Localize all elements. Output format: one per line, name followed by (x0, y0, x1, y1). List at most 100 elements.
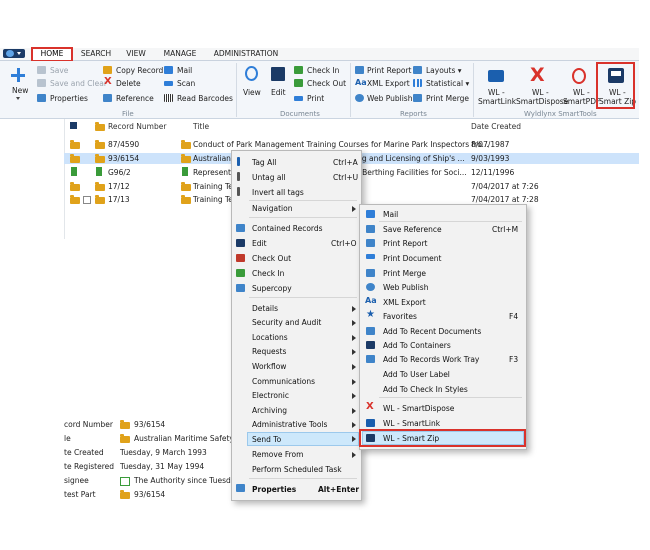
print-icon (294, 96, 303, 101)
contained-records-icon (236, 224, 245, 232)
menu-separator (379, 221, 522, 222)
menu-label: Properties (252, 485, 297, 494)
mail-button[interactable]: Mail (177, 66, 192, 75)
menu-separator (249, 478, 357, 479)
new-button[interactable]: New (7, 65, 29, 103)
smartdispose-label-2: SmartDispose (516, 97, 569, 106)
save-button[interactable]: Save (50, 66, 68, 75)
record-title-tail: ing and Licensing of Ship's ... (355, 154, 465, 163)
record-date: 9/03/1993 (471, 154, 510, 163)
reports-group-label: Reports (400, 110, 427, 118)
submenu-arrow-icon (352, 364, 356, 370)
delete-icon: X (104, 76, 112, 87)
wl-smartdispose-button[interactable]: X WL - SmartDispose (516, 64, 568, 108)
menu-label: Edit (252, 239, 267, 248)
menu-label: Print Merge (383, 269, 427, 278)
print-report-icon (366, 239, 375, 247)
property-label: signee (64, 476, 89, 485)
xml-export-button[interactable]: XML Export (367, 79, 410, 88)
folder-icon (70, 195, 80, 204)
property-value: Tuesday, 9 March 1993 (120, 448, 207, 457)
submenu-arrow-icon (352, 335, 356, 341)
app-menu-button[interactable] (3, 49, 25, 58)
save-and-clear-button[interactable]: Save and Clear (50, 79, 107, 88)
menu-label: Administrative Tools (252, 420, 328, 429)
reference-icon (103, 94, 112, 102)
wyldlynx-group-label: Wyldlynx SmartTools (524, 110, 597, 118)
menu-label: WL - SmartDispose (383, 404, 455, 413)
record-date: 7/04/2017 at 7:26 (471, 182, 539, 191)
record-number: G96/2 (108, 168, 131, 177)
record-number: 17/13 (108, 195, 130, 204)
menu-label: Untag all (252, 173, 286, 182)
menu-label: Add To Check In Styles (383, 385, 468, 394)
column-header-date-created[interactable]: Date Created (471, 122, 521, 131)
column-header-title[interactable]: Title (193, 122, 209, 131)
menu-shortcut: Ctrl+O (331, 239, 357, 248)
menu-label: Add To Recent Documents (383, 327, 482, 336)
submenu-arrow-icon (352, 408, 356, 414)
web-publish-button[interactable]: Web Publish (367, 94, 412, 103)
plus-icon-vertical (17, 68, 20, 82)
chevron-down-icon (17, 52, 21, 55)
new-label: New (12, 86, 29, 95)
check-out-icon (294, 79, 303, 87)
properties-icon (37, 94, 46, 102)
work-tray-icon (366, 355, 375, 363)
print-report-button[interactable]: Print Report (367, 66, 412, 75)
folder-icon (181, 195, 191, 204)
folder-icon (95, 195, 105, 204)
record-date: 8/07/1987 (471, 140, 510, 149)
check-out-button[interactable]: Check Out (307, 79, 346, 88)
menu-label: Add To Containers (383, 341, 451, 350)
view-button[interactable]: View (242, 64, 262, 100)
submenu-arrow-icon (352, 452, 356, 458)
tab-manage[interactable]: MANAGE (160, 49, 200, 59)
menu-label: Invert all tags (252, 188, 304, 197)
tab-search[interactable]: SEARCH (78, 49, 114, 59)
check-in-icon (294, 66, 303, 74)
scan-button[interactable]: Scan (177, 79, 195, 88)
copy-record-button[interactable]: Copy Record (116, 66, 163, 75)
properties-button[interactable]: Properties (50, 94, 88, 103)
folder-icon (95, 140, 105, 149)
tab-home[interactable]: HOME (31, 47, 73, 62)
menu-label: Tag All (252, 158, 277, 167)
document-icon (182, 167, 188, 176)
read-barcodes-button[interactable]: Read Barcodes (177, 94, 233, 103)
property-label: te Created (64, 448, 104, 457)
menu-label: Add To Records Work Tray (383, 355, 480, 364)
smartdispose-label-1: WL - (532, 88, 549, 97)
edit-icon (236, 239, 245, 247)
record-number: 17/12 (108, 182, 130, 191)
menu-label: Electronic (252, 391, 289, 400)
menu-label: Workflow (252, 362, 287, 371)
print-button[interactable]: Print (307, 94, 324, 103)
layouts-label: Layouts (426, 66, 456, 75)
layouts-button[interactable]: Layouts ▾ (426, 66, 462, 75)
ribbon-separator (350, 63, 351, 117)
menu-shortcut: Ctrl+M (492, 225, 519, 234)
check-in-button[interactable]: Check In (307, 66, 339, 75)
tab-view[interactable]: VIEW (123, 49, 149, 59)
supercopy-icon (236, 284, 245, 292)
copy-record-icon (103, 66, 112, 74)
tab-administration[interactable]: ADMINISTRATION (211, 49, 281, 59)
delete-button[interactable]: Delete (116, 79, 141, 88)
submenu-arrow-icon (352, 436, 356, 442)
print-merge-button[interactable]: Print Merge (426, 94, 469, 103)
menu-label: Supercopy (252, 284, 292, 293)
property-value: Tuesday, 31 May 1994 (120, 462, 205, 471)
wl-smartpdf-button[interactable]: WL - SmartPDF (563, 64, 600, 108)
record-date: 7/04/2017 at 7:28 (471, 195, 539, 204)
menu-label: Perform Scheduled Task (252, 465, 342, 474)
menu-label: Remove From (252, 450, 304, 459)
reference-button[interactable]: Reference (116, 94, 154, 103)
smartlink-label-2: SmartLink (478, 97, 517, 106)
submenu-arrow-icon (352, 393, 356, 399)
layouts-icon (413, 66, 422, 74)
edit-button[interactable]: Edit (268, 64, 288, 100)
wl-smartlink-button[interactable]: WL - SmartLink (477, 64, 517, 108)
statistical-button[interactable]: Statistical ▾ (426, 79, 469, 88)
column-header-record-number[interactable]: Record Number (108, 122, 166, 131)
